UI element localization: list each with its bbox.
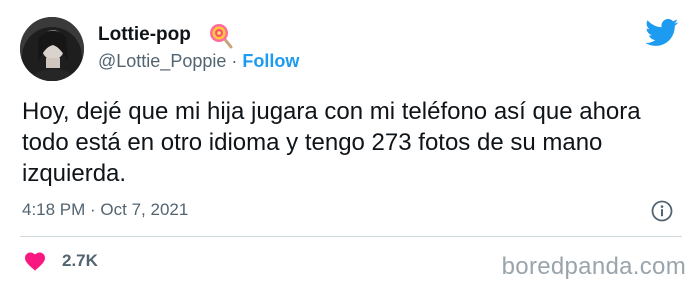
lollipop-icon xyxy=(208,23,234,49)
follow-button[interactable]: Follow xyxy=(242,51,299,71)
divider xyxy=(20,236,682,237)
info-icon[interactable] xyxy=(651,200,673,222)
watermark: boredpanda.com xyxy=(501,253,686,280)
separator-dot: · xyxy=(231,51,238,71)
tweet-text: Hoy, dejé que mi hija jugara con mi telé… xyxy=(22,98,641,187)
tweet-card: Lottie-pop @Lottie_Poppie · Follow Hoy, de… xyxy=(0,0,700,288)
handle-row: @Lottie_Poppie · Follow xyxy=(98,51,299,72)
display-name[interactable]: Lottie-pop xyxy=(98,24,191,46)
tweet-timestamp[interactable]: 4:18 PM · Oct 7, 2021 xyxy=(22,200,188,220)
heart-icon[interactable] xyxy=(24,251,46,271)
like-count: 2.7K xyxy=(62,251,98,270)
twitter-bird-icon[interactable] xyxy=(645,19,679,47)
avatar[interactable] xyxy=(20,17,84,81)
user-handle[interactable]: @Lottie_Poppie xyxy=(98,51,226,71)
